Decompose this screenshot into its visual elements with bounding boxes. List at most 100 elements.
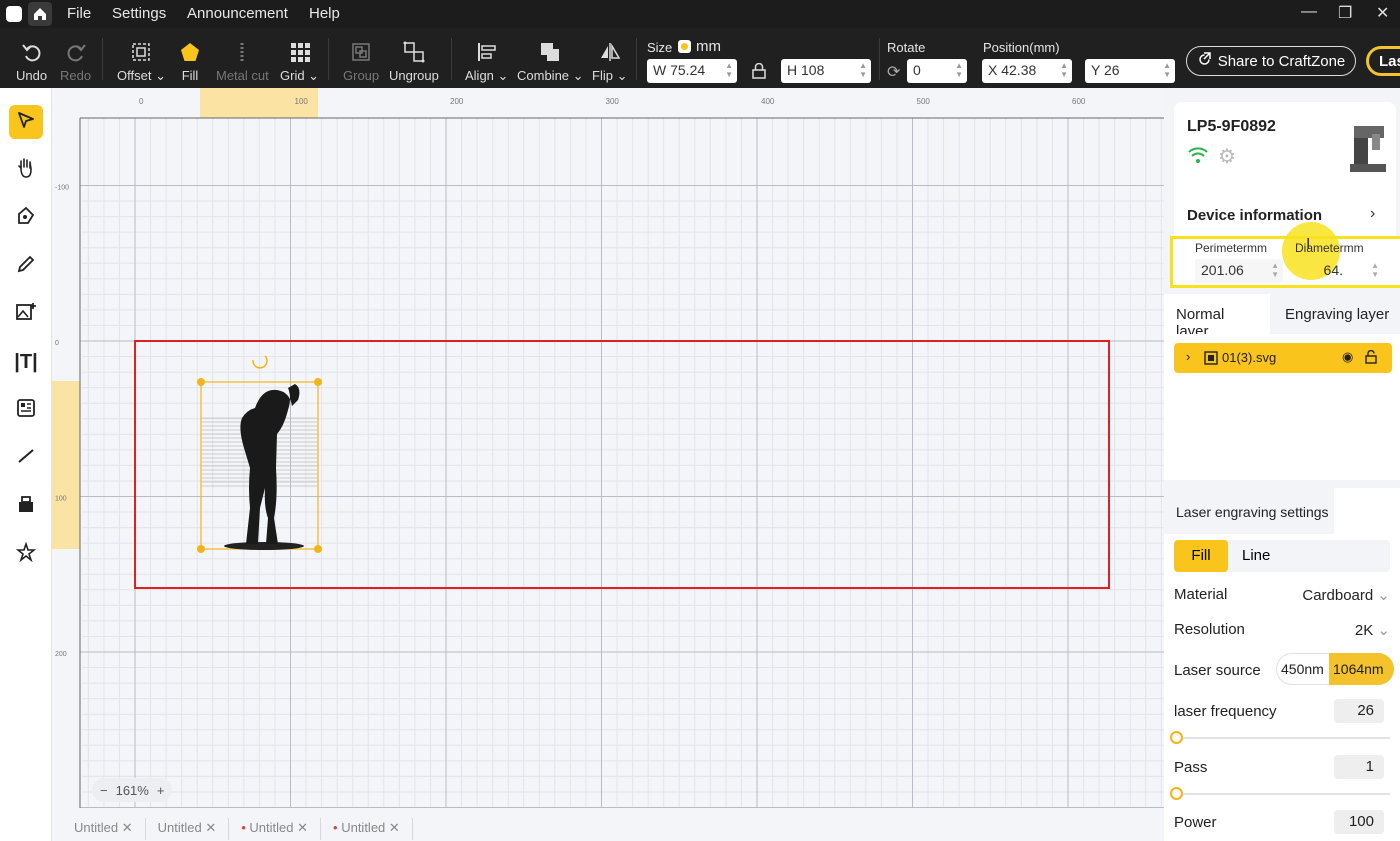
close-tab-icon[interactable]: ✕: [122, 820, 133, 835]
close-tab-icon[interactable]: ✕: [205, 820, 216, 835]
rotate-handle-icon: [252, 355, 268, 369]
pass-row: Pass 1: [1174, 755, 1390, 779]
chevron-right-icon[interactable]: ›: [1186, 349, 1190, 364]
resolution-select[interactable]: 2K ⌄: [1355, 621, 1390, 639]
y-position-input[interactable]: Y 26 ▲ ▼: [1085, 59, 1175, 83]
menu-announcement[interactable]: Announcement: [187, 5, 288, 22]
frequency-input[interactable]: 26: [1334, 699, 1384, 723]
ruler-tick-label: 500: [917, 97, 931, 106]
menu-help[interactable]: Help: [309, 5, 340, 22]
zoom-in-button[interactable]: +: [157, 783, 165, 798]
toolbar: Undo Redo Offset ⌄ Fill Metal cut Grid ⌄…: [0, 28, 1400, 88]
flip-icon: [599, 40, 621, 64]
settings-gear-icon[interactable]: ⚙: [1218, 144, 1236, 169]
close-tab-icon[interactable]: ✕: [297, 820, 308, 835]
zoom-out-button[interactable]: −: [100, 783, 108, 798]
pass-slider[interactable]: [1170, 787, 1390, 800]
document-tab[interactable]: Untitled ✕: [62, 818, 146, 840]
mode-line-button[interactable]: Line: [1242, 547, 1270, 564]
combine-button[interactable]: Combine ⌄: [517, 40, 584, 84]
mode-fill-button[interactable]: Fill: [1174, 540, 1228, 572]
perimeter-input[interactable]: 201.06 ▲ ▼: [1195, 259, 1283, 283]
source-450nm-button[interactable]: 450nm: [1281, 661, 1324, 677]
diameter-spinner[interactable]: ▲ ▼: [1371, 261, 1379, 279]
line-tool[interactable]: [9, 441, 43, 475]
width-input[interactable]: W 75.24 ▲ ▼: [647, 59, 737, 83]
material-select[interactable]: Cardboard ⌄: [1302, 586, 1390, 604]
close-icon[interactable]: ✕: [1376, 3, 1389, 23]
slider-handle[interactable]: [1170, 787, 1183, 800]
layer-item[interactable]: › 01(3).svg ◉: [1174, 343, 1392, 373]
grid-button[interactable]: Grid ⌄: [280, 40, 319, 84]
properties-panel: LP5-9F0892 ⚙ Device information › Perime…: [1164, 88, 1400, 841]
ungroup-button[interactable]: Ungroup: [389, 40, 439, 83]
pass-label: Pass: [1174, 759, 1208, 776]
align-left-icon: [476, 40, 498, 64]
source-1064nm-button[interactable]: 1064nm: [1329, 653, 1394, 685]
menu-settings[interactable]: Settings: [112, 5, 166, 22]
tab-normal-layer[interactable]: Normal layer: [1164, 294, 1270, 340]
diameter-input[interactable]: 64. ▲ ▼: [1295, 259, 1383, 283]
flip-button[interactable]: Flip ⌄: [592, 40, 627, 84]
x-spinner[interactable]: ▲ ▼: [1060, 61, 1068, 79]
align-label: Align ⌄: [465, 68, 509, 83]
pen-tool[interactable]: [9, 201, 43, 235]
align-button[interactable]: Align ⌄: [465, 40, 508, 84]
rotate-input[interactable]: 0 ▲ ▼: [907, 59, 967, 83]
hand-tool[interactable]: [9, 153, 43, 187]
perimeter-label: Perimetermm: [1195, 241, 1268, 255]
group-button[interactable]: Group: [343, 40, 379, 83]
pass-input[interactable]: 1: [1334, 755, 1384, 779]
slider-handle[interactable]: [1170, 731, 1183, 744]
image-add-icon: [15, 302, 37, 327]
select-tool[interactable]: [9, 105, 43, 139]
menu-file[interactable]: File: [67, 5, 91, 22]
document-tab[interactable]: Untitled ✕: [146, 818, 230, 840]
document-tab[interactable]: • Untitled ✕: [321, 818, 413, 840]
rotate-spinner[interactable]: ▲ ▼: [955, 61, 963, 79]
x-position-input[interactable]: X 42.38 ▲ ▼: [982, 59, 1072, 83]
unit-toggle[interactable]: [678, 40, 691, 53]
offset-button[interactable]: Offset ⌄: [117, 40, 166, 84]
minimize-icon[interactable]: —: [1301, 3, 1317, 21]
close-tab-icon[interactable]: ✕: [389, 820, 400, 835]
y-spinner[interactable]: ▲ ▼: [1163, 61, 1171, 79]
visibility-eye-icon[interactable]: ◉: [1342, 349, 1353, 365]
metal-cut-button[interactable]: Metal cut: [216, 40, 269, 83]
restore-icon[interactable]: ❐: [1338, 3, 1352, 23]
device-information-link[interactable]: Device information: [1187, 207, 1322, 224]
ruler-tick-label: 200: [450, 97, 464, 106]
height-spinner[interactable]: ▲ ▼: [859, 61, 867, 79]
redo-button[interactable]: Redo: [60, 40, 91, 83]
document-tab[interactable]: • Untitled ✕: [229, 818, 322, 840]
perimeter-spinner[interactable]: ▲ ▼: [1271, 261, 1279, 279]
laser-button[interactable]: Las: [1366, 46, 1400, 76]
add-image-tool[interactable]: [9, 297, 43, 331]
tab-engraving-layer[interactable]: Engraving layer: [1285, 306, 1389, 323]
text-icon: |T|: [14, 350, 38, 373]
position-label: Position(mm): [983, 40, 1060, 55]
frequency-slider[interactable]: [1170, 731, 1390, 744]
laser-label: Las: [1379, 53, 1400, 70]
width-spinner[interactable]: ▲ ▼: [725, 61, 733, 79]
unlock-icon[interactable]: [1365, 349, 1377, 367]
ungroup-icon: [403, 40, 425, 64]
usb-tool[interactable]: [9, 489, 43, 523]
share-craftzone-button[interactable]: Share to CraftZone: [1186, 46, 1356, 76]
design-canvas[interactable]: 0 100 200 300 400 500 600 -100 0 100 200 − 161% + …: [52, 88, 1164, 841]
pencil-tool[interactable]: [9, 249, 43, 283]
undo-button[interactable]: Undo: [16, 40, 47, 83]
ruler-tick-label: 200: [55, 651, 67, 658]
hand-icon: [16, 157, 36, 184]
chevron-right-icon[interactable]: ›: [1370, 205, 1375, 223]
laser-settings-section: Laser engraving settings Fill Line Mater…: [1164, 488, 1400, 841]
text-tool[interactable]: |T|: [9, 345, 43, 379]
qr-barcode-tool[interactable]: [9, 393, 43, 427]
lock-ratio-icon[interactable]: [752, 62, 766, 82]
toolbar-divider: [636, 38, 637, 80]
home-icon[interactable]: [28, 2, 52, 26]
height-input[interactable]: H 108 ▲ ▼: [781, 59, 871, 83]
power-input[interactable]: 100: [1334, 810, 1384, 834]
magic-tool[interactable]: [9, 537, 43, 571]
fill-button[interactable]: Fill: [179, 40, 201, 83]
